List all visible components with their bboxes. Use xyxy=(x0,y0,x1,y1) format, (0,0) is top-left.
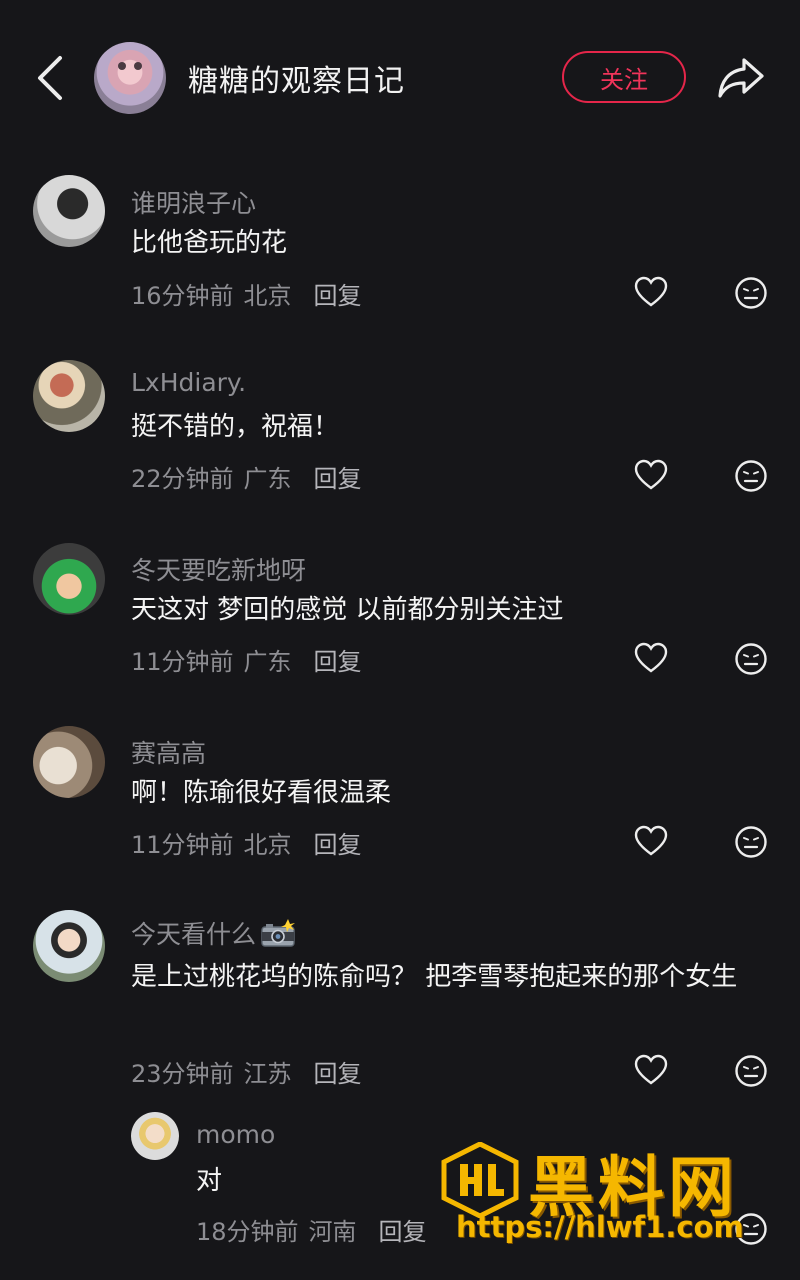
top-bar: 糖糖的观察日记 关注 xyxy=(0,0,800,160)
comment-text: 比他爸玩的花 xyxy=(131,228,288,258)
commenter-avatar[interactable] xyxy=(33,910,105,982)
heart-icon[interactable] xyxy=(634,825,668,857)
replier-name[interactable]: momo xyxy=(196,1120,275,1149)
comment-location: 北京 xyxy=(243,282,292,310)
commenter-name[interactable]: 谁明浪子心 xyxy=(131,184,256,220)
reply-button[interactable]: 回复 xyxy=(314,648,362,676)
watermark: 黑料网 https://hlwf1.com xyxy=(436,1134,786,1254)
comment-location: 广东 xyxy=(243,465,292,493)
comment-time: 16分钟前 xyxy=(131,282,234,310)
replier-avatar[interactable] xyxy=(131,1112,179,1160)
comment-time: 23分钟前 xyxy=(131,1060,234,1088)
commenter-name[interactable]: 冬天要吃新地呀 xyxy=(131,551,306,587)
comment-location: 广东 xyxy=(243,648,292,676)
reply-button[interactable]: 回复 xyxy=(379,1218,427,1246)
dislike-face-icon[interactable] xyxy=(734,1054,768,1088)
commenter-name[interactable]: 今天看什么 xyxy=(131,915,296,951)
commenter-name[interactable]: LxHdiary. xyxy=(131,368,246,397)
comment-location: 北京 xyxy=(243,831,292,859)
heart-icon[interactable] xyxy=(634,276,668,308)
chevron-left-icon[interactable] xyxy=(30,52,70,104)
camera-flash-icon xyxy=(261,919,296,947)
reply-button[interactable]: 回复 xyxy=(314,831,362,859)
dislike-face-icon[interactable] xyxy=(734,642,768,676)
commenter-avatar[interactable] xyxy=(33,543,105,615)
dislike-face-icon[interactable] xyxy=(734,825,768,859)
watermark-url: https://hlwf1.com xyxy=(456,1210,744,1244)
comment-time: 11分钟前 xyxy=(131,831,234,859)
dislike-face-icon[interactable] xyxy=(734,276,768,310)
comment-text: 挺不错的，祝福！ xyxy=(131,412,340,442)
commenter-name[interactable]: 赛高高 xyxy=(131,734,206,770)
reply-time: 18分钟前 xyxy=(196,1218,299,1246)
commenter-avatar[interactable] xyxy=(33,726,105,798)
author-name[interactable]: 糖糖的观察日记 xyxy=(188,56,405,100)
reply-location: 河南 xyxy=(308,1218,357,1246)
watermark-logo-icon xyxy=(441,1142,519,1218)
reply-button[interactable]: 回复 xyxy=(314,1060,362,1088)
heart-icon[interactable] xyxy=(634,1054,668,1086)
author-avatar[interactable] xyxy=(94,42,166,114)
heart-icon[interactable] xyxy=(634,642,668,674)
commenter-avatar[interactable] xyxy=(33,360,105,432)
follow-button[interactable]: 关注 xyxy=(562,51,686,103)
comment-meta: 16分钟前 北京 回复 xyxy=(131,276,362,311)
reply-meta: 18分钟前 河南 回复 xyxy=(196,1212,427,1247)
comment-text: 啊！陈瑜很好看很温柔 xyxy=(131,778,392,808)
comment-time: 11分钟前 xyxy=(131,648,234,676)
reply-button[interactable]: 回复 xyxy=(314,282,362,310)
comment-location: 江苏 xyxy=(243,1060,292,1088)
heart-icon[interactable] xyxy=(634,459,668,491)
comment-time: 22分钟前 xyxy=(131,465,234,493)
dislike-face-icon[interactable] xyxy=(734,459,768,493)
commenter-avatar[interactable] xyxy=(33,175,105,247)
reply-button[interactable]: 回复 xyxy=(314,465,362,493)
comment-meta: 22分钟前 广东 回复 xyxy=(131,459,362,494)
share-arrow-icon[interactable] xyxy=(716,52,766,102)
comment-text: 是上过桃花坞的陈俞吗？ 把李雪琴抱起来的那个女生 xyxy=(131,962,738,992)
comment-meta: 11分钟前 广东 回复 xyxy=(131,642,362,677)
comment-text: 天这对 梦回的感觉 以前都分别关注过 xyxy=(131,595,564,625)
comment-meta: 11分钟前 北京 回复 xyxy=(131,825,362,860)
comment-meta: 23分钟前 江苏 回复 xyxy=(131,1054,362,1089)
commenter-name-text: 今天看什么 xyxy=(131,920,257,949)
